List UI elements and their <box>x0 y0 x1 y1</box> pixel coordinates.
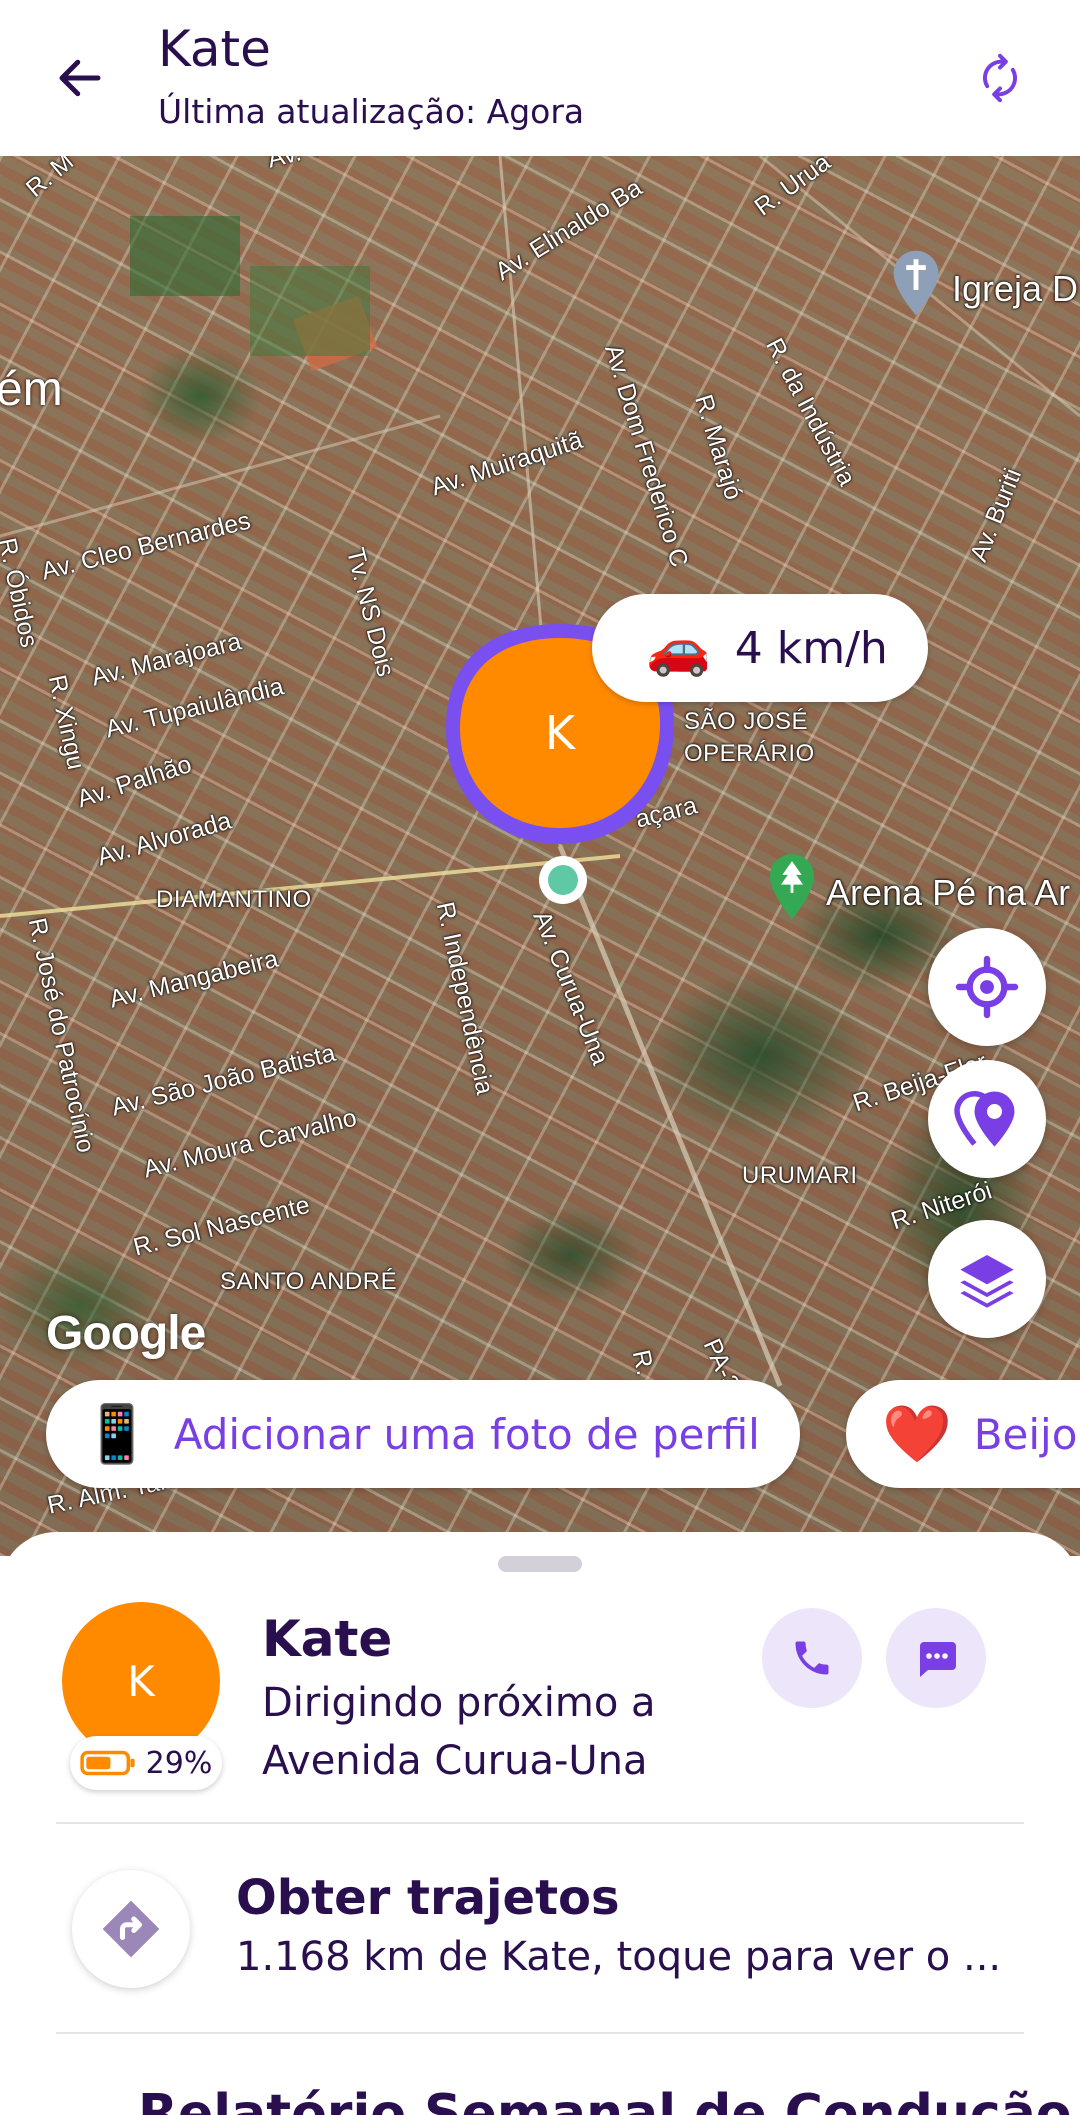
district-label: SANTO ANDRÉ <box>220 1268 398 1295</box>
directions-icon-button[interactable] <box>72 1870 190 1988</box>
chip-label: Beijo <box>973 1409 1078 1459</box>
chat-icon <box>920 1642 956 1677</box>
weekly-driving-report-heading[interactable]: Relatório Semanal de Condução <box>138 2084 1072 2115</box>
avatar-initial: K <box>127 1656 155 1706</box>
directions-icon <box>102 1900 160 1958</box>
district-label: URUMARI <box>742 1162 858 1189</box>
arrow-left-icon <box>59 59 101 97</box>
directions-subtitle[interactable]: 1.168 km de Kate, toque para ver o ... <box>236 1934 1026 1980</box>
places-button[interactable] <box>928 1060 1046 1178</box>
back-button[interactable] <box>40 38 120 118</box>
chip-label: Adicionar uma foto de perfil <box>173 1409 760 1459</box>
map-layers-button[interactable] <box>928 1220 1046 1338</box>
crosshair-icon <box>955 955 1019 1019</box>
arena-label[interactable]: Arena Pé na Ar <box>826 872 1070 914</box>
location-dot <box>539 856 587 904</box>
battery-badge: 29% <box>70 1736 222 1790</box>
send-kiss-chip[interactable]: ❤️ Beijo <box>846 1380 1080 1488</box>
member-name: Kate <box>262 1610 393 1668</box>
divider <box>56 2032 1024 2034</box>
speed-value: 4 km/h <box>734 622 888 674</box>
locate-button[interactable] <box>928 928 1046 1046</box>
car-icon: 🚗 <box>646 619 711 678</box>
google-logo: Google <box>46 1307 206 1360</box>
app-header: Kate Última atualização: Agora <box>0 0 1080 156</box>
heart-icon: ❤️ <box>882 1402 952 1465</box>
call-button[interactable] <box>762 1608 862 1708</box>
layers-icon <box>960 1255 1014 1308</box>
message-button[interactable] <box>886 1608 986 1708</box>
refresh-icon <box>983 53 1017 103</box>
battery-icon <box>80 1750 135 1776</box>
church-pin-icon[interactable] <box>888 248 944 318</box>
page-title: Kate <box>158 20 271 78</box>
last-update-label: Última atualização: Agora <box>158 92 585 131</box>
refresh-button[interactable] <box>960 38 1040 118</box>
add-profile-photo-chip[interactable]: 📱 Adicionar uma foto de perfil <box>46 1380 800 1488</box>
member-status: Dirigindo próximo a Avenida Curua-Una <box>262 1680 656 1784</box>
place-label: ém <box>0 363 63 416</box>
park-pin-icon[interactable] <box>764 850 820 922</box>
speed-badge: 🚗 4 km/h <box>592 594 928 702</box>
district-label: DIAMANTINO <box>156 886 312 913</box>
divider <box>56 1822 1024 1824</box>
phone-hand-icon: 📱 <box>82 1402 152 1465</box>
member-bottom-sheet[interactable]: K 29% Kate Dirigindo próximo a Avenida C… <box>0 1532 1080 2115</box>
church-label[interactable]: Igreja D <box>952 268 1078 310</box>
district-label: OPERÁRIO <box>684 740 815 767</box>
phone-icon <box>795 1641 829 1675</box>
directions-title[interactable]: Obter trajetos <box>236 1870 620 1926</box>
map-pins-icon <box>954 1090 1015 1147</box>
map-view[interactable]: R. M Av. Tropical Av. Elinaldo Ba R. Uru… <box>0 156 1080 1556</box>
sheet-drag-handle[interactable] <box>498 1556 582 1572</box>
district-label: SÃO JOSÉ <box>684 708 809 735</box>
battery-percent: 29% <box>145 1745 213 1781</box>
